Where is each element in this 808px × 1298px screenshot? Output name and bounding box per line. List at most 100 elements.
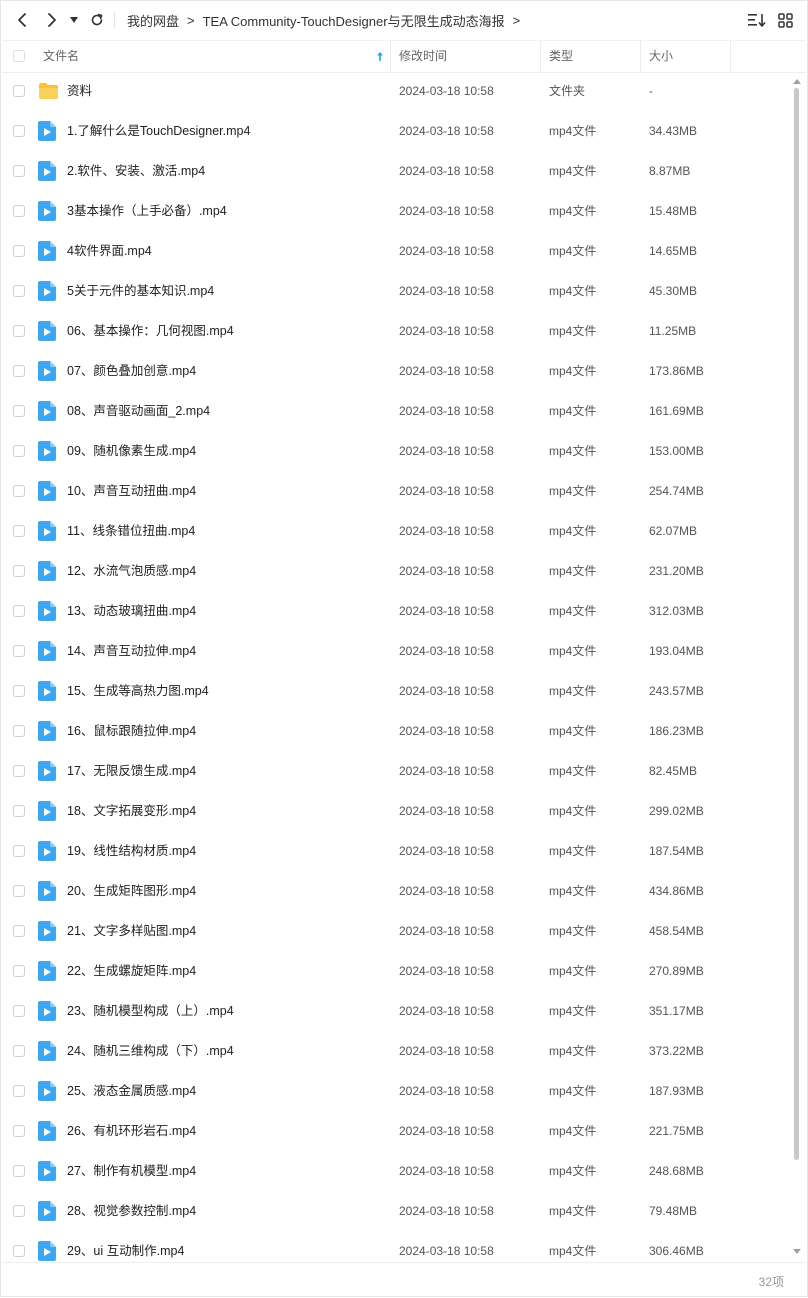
row-checkbox[interactable]: [13, 1205, 25, 1217]
column-divider[interactable]: [730, 41, 731, 72]
scroll-up-arrow-icon[interactable]: [793, 78, 801, 84]
row-checkbox[interactable]: [13, 685, 25, 697]
file-name[interactable]: 26、有机环形岩石.mp4: [67, 1111, 196, 1151]
file-row[interactable]: 06、基本操作：几何视图.mp4 2024-03-18 10:58 mp4文件 …: [0, 311, 790, 351]
breadcrumb-expand-icon[interactable]: >: [513, 13, 521, 28]
file-row[interactable]: 08、声音驱动画面_2.mp4 2024-03-18 10:58 mp4文件 1…: [0, 391, 790, 431]
row-checkbox[interactable]: [13, 365, 25, 377]
file-name[interactable]: 25、液态金属质感.mp4: [67, 1071, 196, 1111]
file-name[interactable]: 1.了解什么是TouchDesigner.mp4: [67, 111, 250, 151]
file-row[interactable]: 13、动态玻璃扭曲.mp4 2024-03-18 10:58 mp4文件 312…: [0, 591, 790, 631]
file-name[interactable]: 17、无限反馈生成.mp4: [67, 751, 196, 791]
row-checkbox[interactable]: [13, 605, 25, 617]
file-row[interactable]: 2.软件、安装、激活.mp4 2024-03-18 10:58 mp4文件 8.…: [0, 151, 790, 191]
row-checkbox[interactable]: [13, 1125, 25, 1137]
file-row[interactable]: 17、无限反馈生成.mp4 2024-03-18 10:58 mp4文件 82.…: [0, 751, 790, 791]
row-checkbox[interactable]: [13, 645, 25, 657]
select-all-checkbox[interactable]: [13, 50, 25, 62]
sort-ascending-arrow-icon[interactable]: [376, 51, 384, 62]
row-checkbox[interactable]: [13, 1005, 25, 1017]
file-name[interactable]: 3基本操作（上手必备）.mp4: [67, 191, 227, 231]
file-row[interactable]: 21、文字多样贴图.mp4 2024-03-18 10:58 mp4文件 458…: [0, 911, 790, 951]
grid-view-button[interactable]: [775, 10, 795, 30]
file-name[interactable]: 08、声音驱动画面_2.mp4: [67, 391, 210, 431]
row-checkbox[interactable]: [13, 405, 25, 417]
back-button[interactable]: [10, 8, 34, 32]
file-name[interactable]: 资料: [67, 71, 92, 111]
column-divider[interactable]: [640, 41, 641, 72]
refresh-button[interactable]: [85, 8, 109, 32]
file-row[interactable]: 19、线性结构材质.mp4 2024-03-18 10:58 mp4文件 187…: [0, 831, 790, 871]
row-checkbox[interactable]: [13, 925, 25, 937]
row-checkbox[interactable]: [13, 165, 25, 177]
row-checkbox[interactable]: [13, 805, 25, 817]
column-header-size[interactable]: 大小: [649, 41, 673, 72]
file-row[interactable]: 28、视觉参数控制.mp4 2024-03-18 10:58 mp4文件 79.…: [0, 1191, 790, 1231]
file-name[interactable]: 10、声音互动扭曲.mp4: [67, 471, 196, 511]
file-name[interactable]: 27、制作有机模型.mp4: [67, 1151, 196, 1191]
file-row[interactable]: 20、生成矩阵图形.mp4 2024-03-18 10:58 mp4文件 434…: [0, 871, 790, 911]
row-checkbox[interactable]: [13, 1085, 25, 1097]
row-checkbox[interactable]: [13, 845, 25, 857]
row-checkbox[interactable]: [13, 965, 25, 977]
row-checkbox[interactable]: [13, 245, 25, 257]
row-checkbox[interactable]: [13, 525, 25, 537]
file-row[interactable]: 15、生成等高热力图.mp4 2024-03-18 10:58 mp4文件 24…: [0, 671, 790, 711]
file-name[interactable]: 4软件界面.mp4: [67, 231, 152, 271]
breadcrumb-root[interactable]: 我的网盘: [127, 11, 179, 30]
file-name[interactable]: 19、线性结构材质.mp4: [67, 831, 196, 871]
row-checkbox[interactable]: [13, 1245, 25, 1257]
file-row[interactable]: 07、颜色叠加创意.mp4 2024-03-18 10:58 mp4文件 173…: [0, 351, 790, 391]
row-checkbox[interactable]: [13, 565, 25, 577]
file-name[interactable]: 16、鼠标跟随拉伸.mp4: [67, 711, 196, 751]
file-name[interactable]: 07、颜色叠加创意.mp4: [67, 351, 196, 391]
row-checkbox[interactable]: [13, 1165, 25, 1177]
row-checkbox[interactable]: [13, 325, 25, 337]
row-checkbox[interactable]: [13, 125, 25, 137]
file-row[interactable]: 26、有机环形岩石.mp4 2024-03-18 10:58 mp4文件 221…: [0, 1111, 790, 1151]
file-row[interactable]: 12、水流气泡质感.mp4 2024-03-18 10:58 mp4文件 231…: [0, 551, 790, 591]
file-name[interactable]: 5关于元件的基本知识.mp4: [67, 271, 214, 311]
file-row[interactable]: 24、随机三维构成（下）.mp4 2024-03-18 10:58 mp4文件 …: [0, 1031, 790, 1071]
file-name[interactable]: 06、基本操作：几何视图.mp4: [67, 311, 234, 351]
column-divider[interactable]: [390, 41, 391, 72]
file-name[interactable]: 21、文字多样贴图.mp4: [67, 911, 196, 951]
file-row[interactable]: 22、生成螺旋矩阵.mp4 2024-03-18 10:58 mp4文件 270…: [0, 951, 790, 991]
file-name[interactable]: 24、随机三维构成（下）.mp4: [67, 1031, 234, 1071]
breadcrumb-current-folder[interactable]: TEA Community-TouchDesigner与无限生成动态海报: [203, 11, 505, 30]
row-checkbox[interactable]: [13, 885, 25, 897]
file-row[interactable]: 10、声音互动扭曲.mp4 2024-03-18 10:58 mp4文件 254…: [0, 471, 790, 511]
file-row[interactable]: 09、随机像素生成.mp4 2024-03-18 10:58 mp4文件 153…: [0, 431, 790, 471]
file-row[interactable]: 18、文字拓展变形.mp4 2024-03-18 10:58 mp4文件 299…: [0, 791, 790, 831]
file-name[interactable]: 09、随机像素生成.mp4: [67, 431, 196, 471]
column-header-name[interactable]: 文件名: [43, 41, 79, 72]
forward-button[interactable]: [40, 8, 64, 32]
row-checkbox[interactable]: [13, 485, 25, 497]
file-row[interactable]: 1.了解什么是TouchDesigner.mp4 2024-03-18 10:5…: [0, 111, 790, 151]
file-row[interactable]: 14、声音互动拉伸.mp4 2024-03-18 10:58 mp4文件 193…: [0, 631, 790, 671]
history-dropdown-button[interactable]: [64, 8, 84, 32]
row-checkbox[interactable]: [13, 765, 25, 777]
row-checkbox[interactable]: [13, 205, 25, 217]
file-row[interactable]: 16、鼠标跟随拉伸.mp4 2024-03-18 10:58 mp4文件 186…: [0, 711, 790, 751]
file-name[interactable]: 22、生成螺旋矩阵.mp4: [67, 951, 196, 991]
file-name[interactable]: 14、声音互动拉伸.mp4: [67, 631, 196, 671]
row-checkbox[interactable]: [13, 445, 25, 457]
row-checkbox[interactable]: [13, 1045, 25, 1057]
scrollbar-thumb[interactable]: [794, 88, 799, 1160]
file-row[interactable]: 3基本操作（上手必备）.mp4 2024-03-18 10:58 mp4文件 1…: [0, 191, 790, 231]
file-row[interactable]: 23、随机模型构成（上）.mp4 2024-03-18 10:58 mp4文件 …: [0, 991, 790, 1031]
column-header-time[interactable]: 修改时间: [399, 41, 447, 72]
sort-button[interactable]: [747, 10, 767, 30]
file-name[interactable]: 12、水流气泡质感.mp4: [67, 551, 196, 591]
file-row[interactable]: 11、线条错位扭曲.mp4 2024-03-18 10:58 mp4文件 62.…: [0, 511, 790, 551]
row-checkbox[interactable]: [13, 725, 25, 737]
file-row[interactable]: 25、液态金属质感.mp4 2024-03-18 10:58 mp4文件 187…: [0, 1071, 790, 1111]
row-checkbox[interactable]: [13, 285, 25, 297]
file-row[interactable]: 4软件界面.mp4 2024-03-18 10:58 mp4文件 14.65MB: [0, 231, 790, 271]
file-row[interactable]: 资料 2024-03-18 10:58 文件夹 -: [0, 71, 790, 111]
file-name[interactable]: 20、生成矩阵图形.mp4: [67, 871, 196, 911]
file-row[interactable]: 5关于元件的基本知识.mp4 2024-03-18 10:58 mp4文件 45…: [0, 271, 790, 311]
file-row[interactable]: 27、制作有机模型.mp4 2024-03-18 10:58 mp4文件 248…: [0, 1151, 790, 1191]
file-name[interactable]: 15、生成等高热力图.mp4: [67, 671, 209, 711]
